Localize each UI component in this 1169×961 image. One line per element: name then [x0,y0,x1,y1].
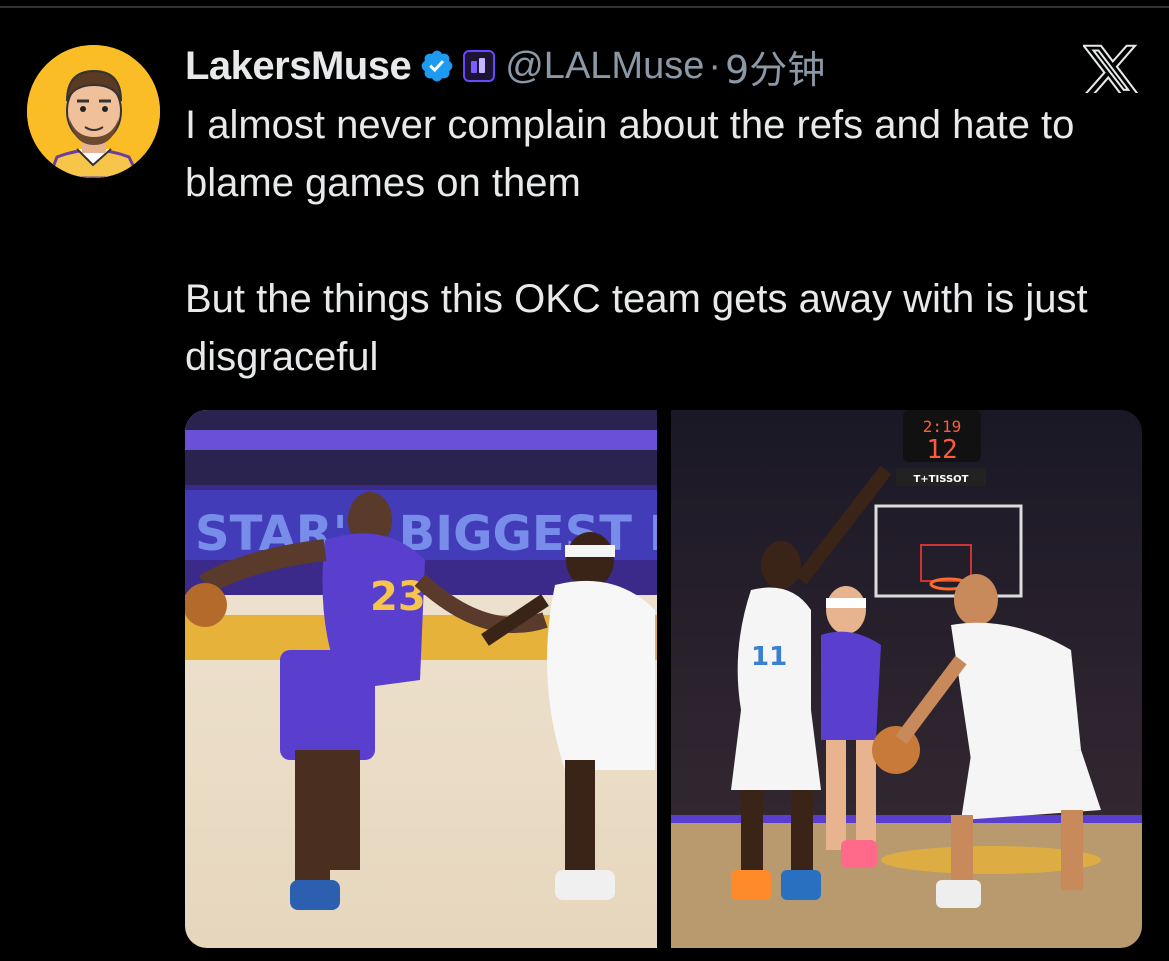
basketball-photo-left-icon: STAR'S BIGGEST MOM 23 [185,410,657,948]
media-image-left[interactable]: STAR'S BIGGEST MOM 23 [185,410,657,948]
affiliate-logo-icon[interactable] [463,50,496,82]
author-handle[interactable]: @LALMuse [505,45,704,88]
sponsor-text: T+TISSOT [913,474,968,485]
tweet-header: LakersMuse @LALMuse · 9分钟 [185,38,825,94]
separator-dot: · [708,44,722,87]
tweet-media[interactable]: STAR'S BIGGEST MOM 23 [185,410,1142,948]
avatar[interactable] [27,45,160,178]
tweet-text-paragraph: But the things this OKC team gets away w… [185,277,1088,379]
shot-clock: 12 [926,435,957,465]
x-logo-icon[interactable] [1081,43,1141,96]
media-image-right[interactable]: 2:19 12 T+TISSOT 11 [671,410,1142,948]
top-divider [0,6,1169,8]
scoreboard-time: 2:19 [923,417,962,436]
tweet-text: I almost never complain about the refs a… [185,96,1155,386]
basketball-photo-right-icon: 2:19 12 T+TISSOT 11 [671,410,1142,948]
avatar-illustration-icon [27,45,160,178]
verified-badge-icon [419,48,455,84]
svg-text:23: 23 [370,574,426,620]
svg-text:11: 11 [751,642,787,672]
tweet-timestamp[interactable]: 9分钟 [725,39,825,94]
author-display-name[interactable]: LakersMuse [185,44,412,89]
tweet-text-paragraph: I almost never complain about the refs a… [185,103,1075,205]
